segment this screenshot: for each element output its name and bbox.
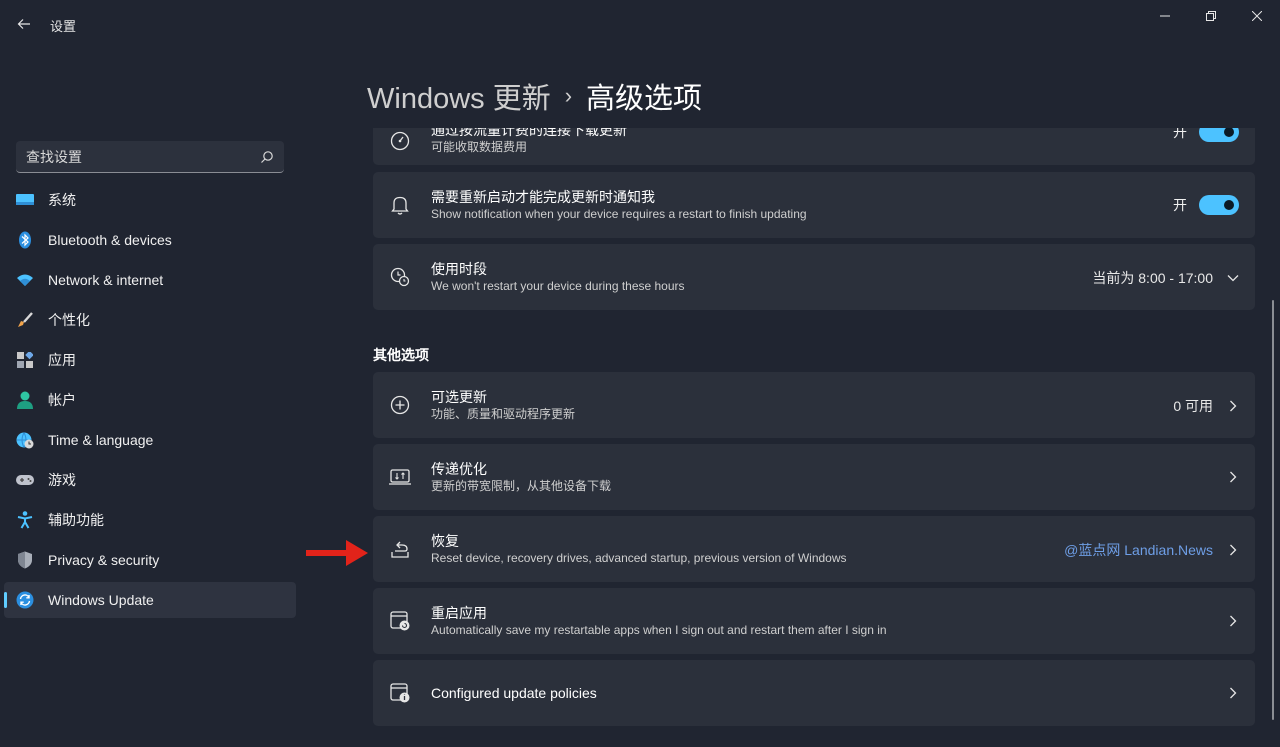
setting-title: 使用时段: [431, 261, 487, 277]
setting-card-restart-apps[interactable]: 重启应用 Automatically save my restartable a…: [373, 588, 1255, 654]
setting-title: 传递优化: [431, 461, 487, 477]
gamepad-icon: [16, 471, 34, 489]
toggle-switch[interactable]: [1199, 128, 1239, 142]
setting-description: Reset device, recovery drives, advanced …: [431, 551, 847, 565]
active-hours-value: 当前为 8:00 - 17:00: [1092, 270, 1213, 286]
sidebar-item-windows-update[interactable]: Windows Update: [4, 582, 296, 618]
search-box[interactable]: [16, 141, 284, 173]
setting-card-optional-updates[interactable]: 可选更新 功能、质量和驱动程序更新 0 可用: [373, 372, 1255, 438]
search-icon[interactable]: [260, 150, 274, 164]
toggle-switch[interactable]: [1199, 195, 1239, 215]
minimize-button[interactable]: [1142, 0, 1188, 32]
sidebar-item-time-language[interactable]: Time & language: [4, 422, 296, 458]
title-bar: 设置: [0, 0, 1280, 48]
setting-title: Configured update policies: [431, 685, 597, 701]
maximize-button[interactable]: [1188, 0, 1234, 32]
sidebar-item-label: Windows Update: [48, 592, 154, 608]
sidebar-item-accessibility[interactable]: 辅助功能: [4, 502, 296, 538]
bluetooth-icon: [16, 231, 34, 249]
setting-card-recovery[interactable]: 恢复 Reset device, recovery drives, advanc…: [373, 516, 1255, 582]
policy-icon: [389, 682, 411, 704]
back-arrow-icon: [17, 19, 30, 29]
search-input[interactable]: [26, 148, 260, 165]
app-title: 设置: [50, 19, 77, 34]
chevron-right-icon: [1227, 400, 1239, 412]
setting-card-notify-restart: 需要重新启动才能完成更新时通知我 Show notification when …: [373, 172, 1255, 238]
bell-icon: [389, 194, 411, 216]
sidebar-item-label: 个性化: [48, 312, 90, 328]
sidebar-item-personalization[interactable]: 个性化: [4, 302, 296, 338]
maximize-icon: [1206, 11, 1216, 21]
brush-icon: [16, 311, 34, 329]
sidebar-item-privacy[interactable]: Privacy & security: [4, 542, 296, 578]
sidebar-item-label: Privacy & security: [48, 552, 160, 568]
back-button[interactable]: [8, 8, 40, 40]
page-title: 高级选项: [586, 83, 703, 115]
sidebar-item-bluetooth[interactable]: Bluetooth & devices: [4, 222, 296, 258]
setting-card-metered: 通过按流量计费的连接下载更新 可能收取数据费用 开: [373, 128, 1255, 165]
chevron-right-icon: [1227, 615, 1239, 627]
setting-description: 功能、质量和驱动程序更新: [431, 407, 576, 421]
sidebar-item-network[interactable]: Network & internet: [4, 262, 296, 298]
sidebar-item-label: Network & internet: [48, 272, 164, 288]
wifi-icon: [16, 271, 34, 289]
setting-title: 可选更新: [431, 389, 487, 405]
sidebar-item-label: 应用: [48, 352, 76, 368]
setting-title: 恢复: [431, 533, 459, 549]
sidebar-item-gaming[interactable]: 游戏: [4, 462, 296, 498]
system-monitor-icon: [16, 191, 34, 209]
globe-clock-icon: [16, 431, 34, 449]
toggle-state-label: 开: [1173, 128, 1187, 140]
shield-icon: [16, 551, 34, 569]
accessibility-icon: [16, 511, 34, 529]
setting-title: 通过按流量计费的连接下载更新: [431, 128, 627, 138]
sidebar-item-label: Bluetooth & devices: [48, 232, 172, 248]
metered-icon: [389, 130, 411, 152]
toggle-state-label: 开: [1173, 197, 1187, 213]
sidebar-item-label: 系统: [48, 192, 76, 208]
active-hours-icon: [389, 266, 411, 288]
setting-description: Automatically save my restartable apps w…: [431, 623, 887, 637]
chevron-right-icon: [1227, 544, 1239, 556]
setting-title: 重启应用: [431, 605, 487, 621]
recovery-icon: [389, 538, 411, 560]
breadcrumb: Windows 更新 › 高级选项: [367, 76, 702, 116]
chevron-right-icon: [1227, 687, 1239, 699]
restart-apps-icon: [389, 610, 411, 632]
close-button[interactable]: [1234, 0, 1280, 32]
red-arrow-icon: [306, 540, 368, 566]
account-icon: [16, 391, 34, 409]
delivery-optimization-icon: [389, 466, 411, 488]
sidebar-item-apps[interactable]: 应用: [4, 342, 296, 378]
setting-description: 可能收取数据费用: [431, 140, 528, 154]
setting-description: Show notification when your device requi…: [431, 207, 807, 221]
watermark-text: @蓝点网 Landian.News: [1064, 542, 1213, 558]
setting-card-delivery-optimization[interactable]: 传递优化 更新的带宽限制，从其他设备下载: [373, 444, 1255, 510]
settings-content: 通过按流量计费的连接下载更新 可能收取数据费用 开 需要重新启动才能完成更新时通…: [373, 128, 1255, 747]
sidebar-item-label: 辅助功能: [48, 512, 104, 528]
minimize-icon: [1160, 15, 1170, 17]
close-icon: [1252, 11, 1262, 21]
breadcrumb-parent[interactable]: Windows 更新: [367, 75, 551, 117]
plus-circle-icon: [389, 394, 411, 416]
breadcrumb-separator: ›: [564, 83, 573, 108]
setting-description: 更新的带宽限制，从其他设备下载: [431, 479, 612, 493]
setting-card-active-hours[interactable]: 使用时段 We won't restart your device during…: [373, 244, 1255, 310]
optional-updates-count: 0 可用: [1173, 398, 1213, 414]
sidebar-nav: 系统 Bluetooth & devices Network & interne…: [4, 182, 296, 622]
sidebar-item-label: Time & language: [48, 432, 154, 448]
apps-icon: [16, 351, 34, 369]
scrollbar[interactable]: [1272, 300, 1274, 720]
sidebar-item-label: 帐户: [48, 392, 76, 408]
sidebar-item-label: 游戏: [48, 472, 76, 488]
chevron-down-icon[interactable]: [1227, 272, 1239, 284]
chevron-right-icon: [1227, 471, 1239, 483]
windows-update-icon: [16, 591, 34, 609]
setting-title: 需要重新启动才能完成更新时通知我: [431, 189, 655, 205]
setting-card-update-policies[interactable]: Configured update policies: [373, 660, 1255, 726]
setting-description: We won't restart your device during thes…: [431, 279, 685, 293]
sidebar-item-accounts[interactable]: 帐户: [4, 382, 296, 418]
sidebar-item-system[interactable]: 系统: [4, 182, 296, 218]
